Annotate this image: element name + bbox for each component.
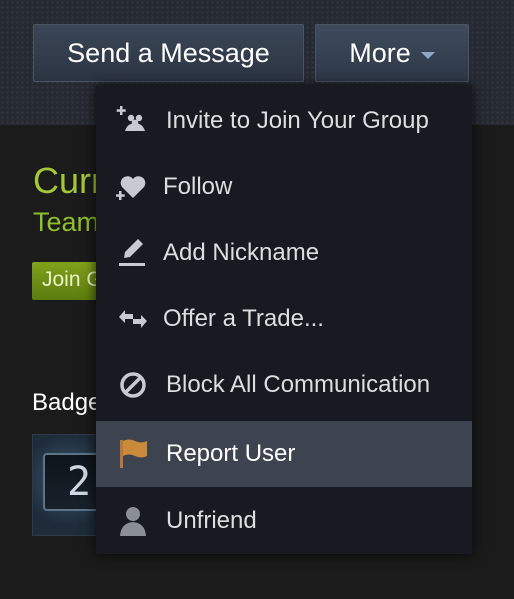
badges-heading[interactable]: Badge (32, 389, 101, 417)
menu-item-block[interactable]: Block All Communication (96, 352, 472, 418)
menu-item-follow[interactable]: Follow (96, 154, 472, 220)
join-group-button[interactable]: Join G (32, 262, 102, 300)
chevron-down-icon (420, 51, 435, 59)
menu-item-offer-trade[interactable]: Offer a Trade... (96, 286, 472, 352)
menu-item-label: Follow (163, 173, 233, 200)
menu-item-label: Report User (166, 440, 296, 467)
follow-heart-icon (116, 176, 146, 200)
send-message-label: Send a Message (67, 37, 270, 68)
send-message-button[interactable]: Send a Message (33, 24, 304, 82)
person-icon (120, 507, 146, 536)
menu-item-report-user[interactable]: Report User (96, 421, 472, 487)
menu-item-label: Unfriend (166, 507, 257, 534)
more-dropdown-button[interactable]: More (315, 24, 469, 82)
menu-item-label: Offer a Trade... (163, 305, 324, 332)
menu-item-label: Add Nickname (163, 239, 320, 266)
more-label: More (349, 37, 411, 68)
menu-item-unfriend[interactable]: Unfriend (96, 488, 472, 554)
menu-item-label: Block All Communication (166, 371, 431, 398)
profile-title: Curr (33, 160, 103, 201)
block-icon (120, 372, 146, 398)
menu-item-label: Invite to Join Your Group (166, 107, 429, 134)
flag-icon (120, 439, 147, 468)
badge-thumbnail[interactable]: 2 (32, 434, 105, 536)
trade-arrows-icon (119, 310, 147, 328)
profile-subtitle[interactable]: Team (33, 207, 99, 238)
menu-item-add-nickname[interactable]: Add Nickname (96, 220, 472, 286)
invite-group-icon (116, 106, 145, 131)
more-dropdown-menu: Invite to Join Your Group Follow Add Nic… (96, 86, 472, 554)
menu-item-invite-group[interactable]: Invite to Join Your Group (96, 88, 472, 154)
pencil-icon (119, 239, 145, 266)
